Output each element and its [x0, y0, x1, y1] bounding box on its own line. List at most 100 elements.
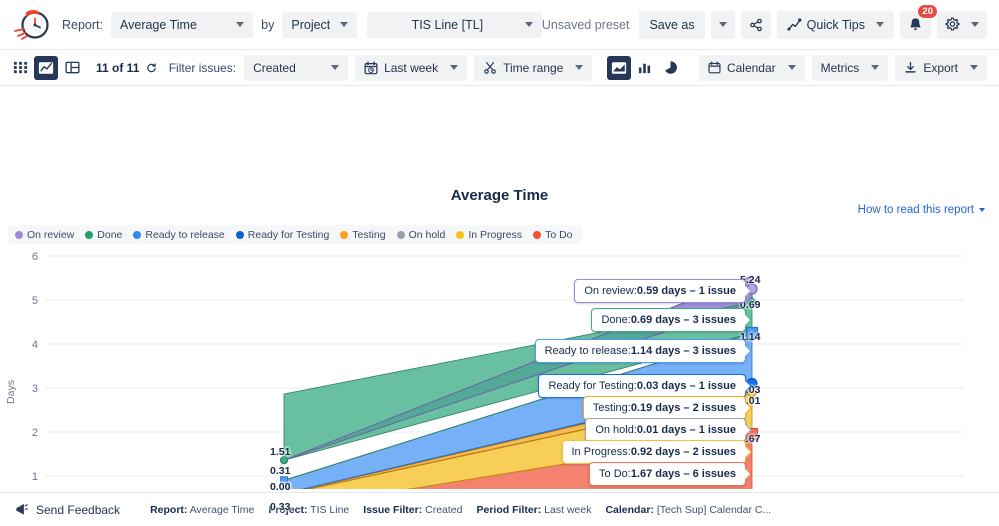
legend-item[interactable]: In Progress: [456, 229, 522, 241]
pie-chart-icon: [665, 61, 678, 74]
notification-badge: 20: [917, 3, 938, 19]
save-as-menu-button[interactable]: [710, 10, 735, 39]
chevron-down-icon: [971, 22, 979, 27]
share-button[interactable]: [740, 10, 771, 39]
chevron-down-icon: [871, 65, 880, 70]
footer-meta-key: Period Filter:: [476, 503, 542, 516]
legend-color-dot: [396, 230, 405, 239]
chart-tooltip: On review: 0.59 days – 1 issue: [574, 279, 752, 303]
group-by-select[interactable]: Project: [282, 11, 357, 38]
share-icon: [749, 18, 762, 31]
megaphone-icon: [16, 503, 28, 515]
chart-tooltip-value: 0.01 days – 1 issue: [636, 424, 736, 436]
legend-item[interactable]: To Do: [533, 229, 573, 241]
calendar-icon: [708, 61, 721, 74]
chart-tooltip-value: 1.67 days – 6 issues: [630, 468, 736, 480]
chart-tooltip: To Do: 1.67 days – 6 issues: [589, 462, 752, 486]
legend-label: Testing: [352, 228, 386, 241]
chart-plot: 6 5 4 3 2 1 0 Days Dec-23: [0, 241, 999, 513]
settings-button[interactable]: [937, 10, 987, 39]
project-select[interactable]: TIS Line [TL]: [366, 11, 542, 38]
how-to-read-link[interactable]: How to read this report: [858, 204, 985, 216]
chart-tooltip: Done: 0.69 days – 3 issues: [591, 308, 752, 332]
issue-count-value: 11 of 11: [96, 60, 140, 75]
refresh-icon: [146, 62, 156, 72]
chart-tooltip-series: Done:: [601, 314, 631, 326]
legend-item[interactable]: On review: [15, 229, 74, 241]
filter-issues-select[interactable]: Created: [244, 54, 349, 81]
report-label: Report:: [62, 17, 103, 32]
legend-label: Ready for Testing: [247, 228, 330, 241]
app-footer: Send Feedback Report: Average Time Projec…: [0, 492, 999, 526]
app-logo[interactable]: [8, 5, 56, 45]
chart-tooltip: Ready to release: 1.14 days – 3 issues: [534, 339, 752, 363]
chart-tooltip-value: 1.14 days – 3 issues: [630, 345, 736, 357]
legend-label: On hold: [408, 228, 446, 241]
page-title: Average Time: [450, 187, 549, 204]
send-feedback-button[interactable]: Send Feedback: [14, 502, 120, 517]
left-value-label-done: 1.51: [270, 446, 291, 458]
svg-text:6: 6: [32, 251, 38, 263]
svg-text:5: 5: [32, 295, 38, 307]
legend-item[interactable]: Done: [85, 229, 122, 241]
quick-tips-label: Quick Tips: [806, 17, 865, 32]
footer-meta-key: Calendar:: [605, 503, 654, 516]
chart-tooltip-value: 0.03 days – 1 issue: [636, 380, 736, 392]
chart-tooltip-series: Ready for Testing:: [548, 380, 637, 392]
area-chart-button[interactable]: [606, 55, 631, 80]
legend-label: On review: [27, 228, 75, 241]
chart-svg: 6 5 4 3 2 1 0 Days Dec-23: [5, 251, 965, 489]
notifications-button[interactable]: 20: [900, 3, 938, 39]
app-header: Report: Average Time by Project TIS Line…: [0, 0, 999, 50]
chevron-down-icon: [979, 208, 985, 212]
legend-item[interactable]: Testing: [340, 228, 386, 241]
notification-bell-icon: [910, 18, 921, 31]
legend-label: Ready to release: [145, 228, 225, 241]
legend-color-dot: [235, 230, 244, 239]
legend-color-dot: [456, 230, 465, 239]
footer-meta-key: Issue Filter:: [363, 503, 423, 516]
metrics-select[interactable]: Metrics: [811, 54, 889, 81]
y-axis-ticks: 6 5 4 3 2 1 0: [32, 251, 38, 483]
chevron-down-icon: [970, 65, 978, 70]
calendar-select[interactable]: Calendar: [698, 54, 805, 81]
toolbar-right-buttons: Calendar Metrics Export: [689, 54, 987, 81]
chart-tooltip-value: 0.69 days – 3 issues: [630, 314, 736, 326]
bar-chart-button[interactable]: [633, 56, 657, 80]
left-value-label-to-do: 0.33: [270, 501, 291, 513]
legend-color-dot: [340, 230, 349, 239]
quick-tips-button[interactable]: Quick Tips: [776, 10, 894, 39]
footer-meta-value: Average Time: [187, 503, 255, 516]
area-chart-icon: [611, 61, 627, 74]
time-range-value: Time range: [503, 60, 564, 75]
view-switcher: [8, 55, 84, 80]
chart-tooltip-series: Ready to release:: [544, 345, 631, 357]
report-select[interactable]: Average Time: [111, 11, 254, 38]
chevron-down-icon: [339, 22, 348, 27]
scissors-icon: [484, 61, 496, 74]
pie-chart-button[interactable]: [659, 56, 683, 80]
save-as-button[interactable]: Save as: [639, 10, 705, 39]
left-value-label-on-hold: 0.00: [270, 481, 291, 493]
svg-text:1: 1: [32, 471, 38, 483]
footer-meta-value: [Tech Sup] Calendar C...: [653, 503, 772, 516]
table-view-button[interactable]: [60, 56, 84, 80]
period-select[interactable]: Last week: [355, 54, 468, 81]
chart-view-button[interactable]: [34, 55, 58, 80]
chart-tooltip-value: 0.92 days – 2 issues: [630, 446, 736, 458]
group-by-value: Project: [291, 17, 331, 32]
time-range-select[interactable]: Time range: [474, 54, 593, 81]
trend-line-icon: [787, 18, 802, 31]
y-axis-title: Days: [5, 380, 17, 404]
export-label: Export: [923, 60, 958, 75]
svg-text:3: 3: [32, 383, 38, 395]
footer-meta-item: Calendar: [Tech Sup] Calendar C...: [605, 504, 771, 516]
legend-item[interactable]: On hold: [396, 228, 446, 241]
legend-label: Done: [97, 228, 123, 241]
chevron-down-icon: [236, 22, 245, 27]
grid-view-button[interactable]: [8, 56, 32, 80]
legend-item[interactable]: Ready to release: [133, 228, 225, 241]
export-button[interactable]: Export: [895, 54, 987, 81]
footer-meta-value: TIS Line: [307, 503, 350, 516]
legend-item[interactable]: Ready for Testing: [235, 228, 330, 241]
